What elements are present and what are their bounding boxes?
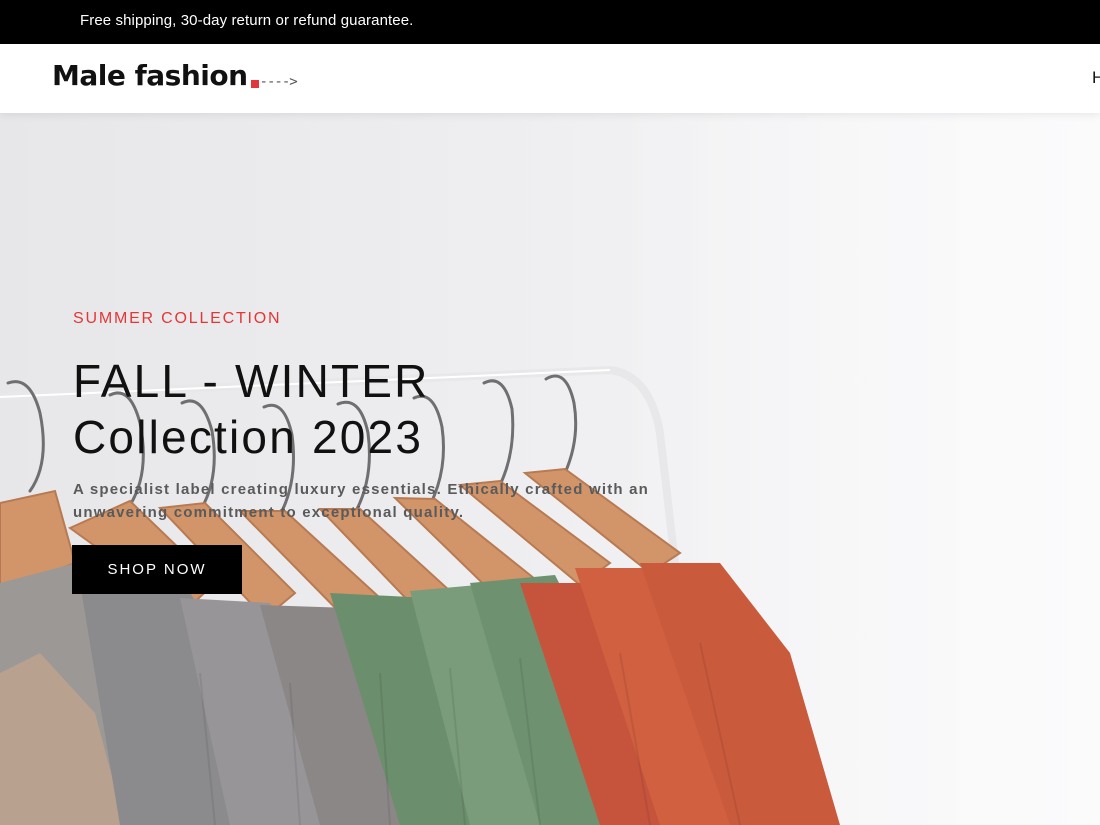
nav-item-home[interactable]: H bbox=[1092, 68, 1100, 88]
logo-arrow-icon: ----> bbox=[259, 74, 298, 90]
site-header: Male fashion ----> H bbox=[0, 44, 1100, 113]
hero-title-line-2: Collection 2023 bbox=[73, 411, 424, 463]
hero-text-block: SUMMER COLLECTION FALL - WINTER Collecti… bbox=[72, 113, 673, 825]
logo-dot-icon bbox=[250, 80, 259, 88]
logo-text: Male fashion bbox=[52, 59, 248, 92]
announcement-bar: Free shipping, 30-day return or refund g… bbox=[0, 0, 1100, 44]
hero-title: FALL - WINTER Collection 2023 bbox=[73, 353, 430, 465]
site-logo[interactable]: Male fashion ----> bbox=[52, 59, 298, 93]
announcement-text: Free shipping, 30-day return or refund g… bbox=[80, 12, 414, 29]
hero-description: A specialist label creating luxury essen… bbox=[73, 481, 650, 521]
hero-banner: SUMMER COLLECTION FALL - WINTER Collecti… bbox=[0, 113, 1100, 825]
hero-title-line-1: FALL - WINTER bbox=[73, 355, 430, 407]
shop-now-button[interactable]: SHOP NOW bbox=[72, 545, 242, 594]
hero-subtitle: SUMMER COLLECTION bbox=[73, 310, 282, 327]
